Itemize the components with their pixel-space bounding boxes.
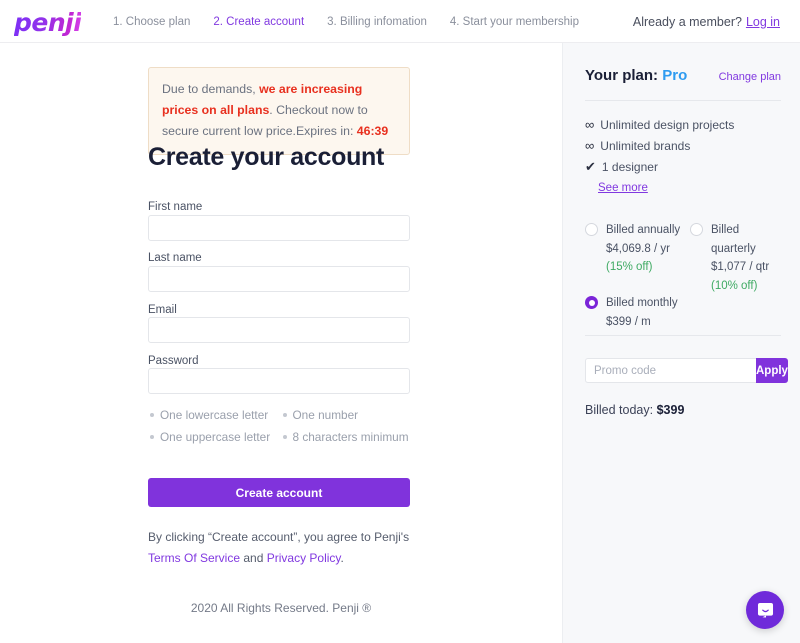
page-title: Create your account xyxy=(148,143,385,171)
plan-name-text: Pro xyxy=(662,67,688,84)
billing-option-discount: (15% off) xyxy=(606,261,653,274)
sidebar-divider-top xyxy=(585,100,781,101)
legal-and-text: and xyxy=(243,551,264,565)
sidebar-divider-bottom xyxy=(585,335,781,336)
chat-launcher-button[interactable] xyxy=(746,591,784,629)
member-prompt-text: Already a member? xyxy=(632,14,742,29)
password-rule: One lowercase letter xyxy=(148,405,281,427)
legal-prefix-text: By clicking “Create account”, you agree … xyxy=(148,530,410,544)
plan-feature-item: ✔ 1 designer xyxy=(585,159,658,175)
password-input[interactable] xyxy=(148,368,410,394)
email-input[interactable] xyxy=(148,317,410,343)
billing-option-price: $399 / m xyxy=(606,315,651,328)
password-rule: One number xyxy=(281,405,414,427)
alert-countdown-timer: 46:39 xyxy=(356,124,389,139)
billing-option-label: Billed monthly xyxy=(606,297,678,309)
billing-option-label: Billed annually xyxy=(606,224,681,236)
billing-option-annually[interactable]: Billed annually $4,069.8 / yr (15% off) xyxy=(585,221,685,277)
billing-option-text: Billed annually $4,069.8 / yr (15% off) xyxy=(585,221,685,277)
plan-feature-label: Unlimited brands xyxy=(600,138,691,153)
step-create-account[interactable]: 2. Create account xyxy=(213,16,304,28)
plan-feature-label: Unlimited design projects xyxy=(600,117,735,132)
plan-feature-item: ∞ Unlimited brands xyxy=(585,138,690,153)
signup-page: penji 1. Choose plan 2. Create account 3… xyxy=(0,0,800,643)
first-name-input[interactable] xyxy=(148,215,410,241)
password-rule: One uppercase letter xyxy=(148,427,281,449)
plan-summary-sidebar: Your plan: Pro Change plan ∞ Unlimited d… xyxy=(562,43,800,643)
billing-option-monthly[interactable]: Billed monthly $399 / m xyxy=(585,294,695,331)
billing-option-price: $1,077 / qtr xyxy=(711,261,770,274)
billing-option-label: Billed quarterly xyxy=(711,224,756,255)
footer-copyright: 2020 All Rights Reserved. Penji ® xyxy=(190,601,372,615)
promo-code-input[interactable] xyxy=(585,358,756,383)
penji-logo[interactable]: penji xyxy=(14,8,82,37)
last-name-input[interactable] xyxy=(148,266,410,292)
billing-option-text: Billed monthly $399 / m xyxy=(585,294,695,331)
chat-bubble-icon xyxy=(757,602,773,618)
site-header: penji 1. Choose plan 2. Create account 3… xyxy=(0,0,800,43)
legal-disclaimer: By clicking “Create account”, you agree … xyxy=(148,527,423,569)
password-requirements: One lowercase letter One number One uppe… xyxy=(148,405,413,449)
radio-monthly[interactable] xyxy=(585,296,598,309)
member-login-area: Already a member? Log in xyxy=(633,0,780,43)
billed-today-amount: $399 xyxy=(656,403,685,417)
checkout-steps: 1. Choose plan 2. Create account 3. Bill… xyxy=(113,0,602,43)
billed-today-label: Billed today: xyxy=(585,403,654,417)
check-icon: ✔ xyxy=(585,159,596,174)
billing-option-discount: (10% off) xyxy=(711,279,758,292)
privacy-policy-link[interactable]: Privacy Policy xyxy=(267,551,341,565)
plan-title: Your plan: Pro xyxy=(585,67,687,84)
step-start-membership[interactable]: 4. Start your membership xyxy=(450,16,579,28)
plan-header: Your plan: Pro Change plan xyxy=(585,67,781,84)
radio-annually[interactable] xyxy=(585,223,598,236)
step-billing-information[interactable]: 3. Billing infomation xyxy=(327,16,427,28)
alert-lead-text: Due to demands, xyxy=(162,82,256,96)
radio-quarterly[interactable] xyxy=(690,223,703,236)
apply-promo-button[interactable]: Apply xyxy=(756,358,788,383)
last-name-label: Last name xyxy=(148,252,202,264)
plan-label-text: Your plan: xyxy=(585,67,659,84)
first-name-label: First name xyxy=(148,201,203,213)
plan-feature-item: ∞ Unlimited design projects xyxy=(585,117,734,132)
step-choose-plan[interactable]: 1. Choose plan xyxy=(113,16,190,28)
main-content: Due to demands, we are increasing prices… xyxy=(0,43,562,643)
billing-option-price: $4,069.8 / yr xyxy=(606,242,670,255)
legal-suffix-text: . xyxy=(340,551,344,565)
plan-feature-label: 1 designer xyxy=(601,160,658,174)
email-label: Email xyxy=(148,304,177,316)
password-rule: 8 characters minimum xyxy=(281,427,414,449)
billed-today-summary: Billed today: $399 xyxy=(585,403,684,417)
password-label: Password xyxy=(148,355,199,367)
change-plan-link[interactable]: Change plan xyxy=(719,71,781,83)
create-account-button[interactable]: Create account xyxy=(148,478,410,507)
billing-option-text: Billed quarterly $1,077 / qtr (10% off) xyxy=(690,221,785,296)
infinity-icon: ∞ xyxy=(585,117,595,132)
promo-code-row: Apply xyxy=(585,358,788,383)
terms-of-service-link[interactable]: Terms Of Service xyxy=(148,551,240,565)
infinity-icon: ∞ xyxy=(585,138,595,153)
billing-option-quarterly[interactable]: Billed quarterly $1,077 / qtr (10% off) xyxy=(690,221,785,296)
see-more-link[interactable]: See more xyxy=(598,182,648,194)
login-link[interactable]: Log in xyxy=(746,15,780,29)
